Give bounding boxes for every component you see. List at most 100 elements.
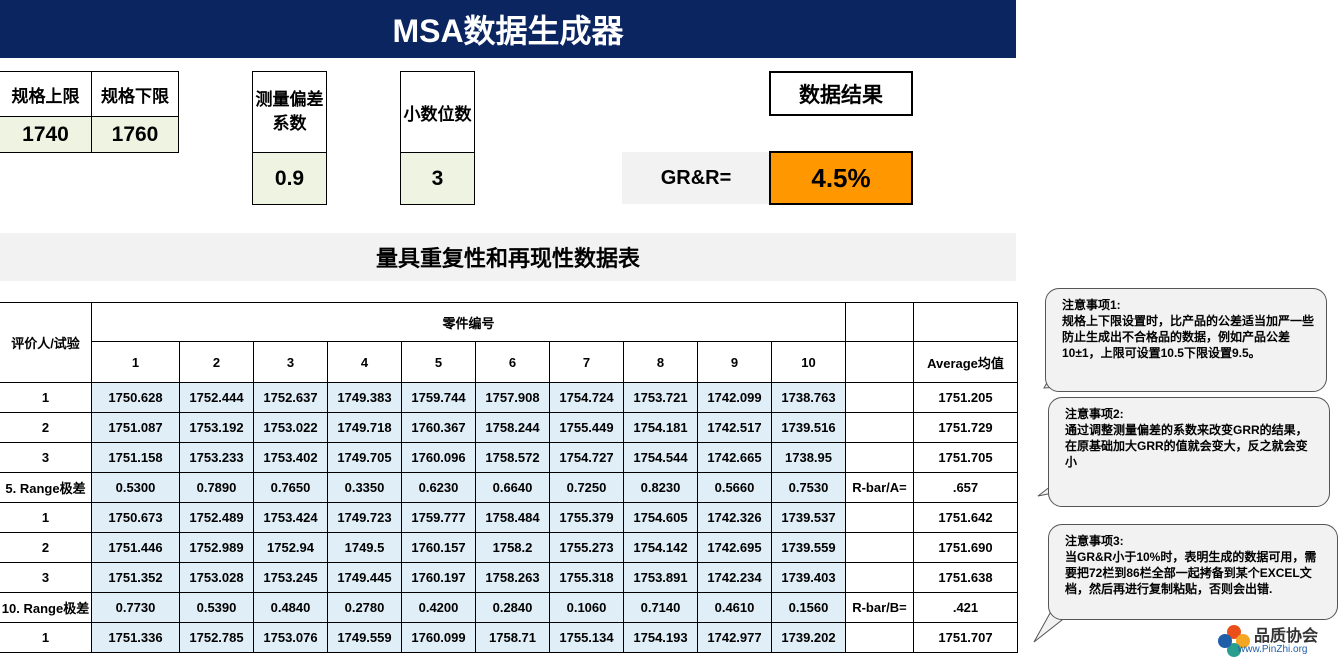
data-cell[interactable]: 0.1060	[549, 592, 624, 623]
data-cell[interactable]: 1742.326	[697, 502, 772, 533]
data-cell[interactable]: 1754.544	[623, 442, 698, 473]
data-cell[interactable]: 1750.628	[91, 382, 180, 413]
data-cell[interactable]: 1751.352	[91, 562, 180, 593]
average-cell: 1751.205	[913, 382, 1018, 413]
part-number-header: 10	[771, 341, 846, 383]
data-cell[interactable]: 1753.402	[253, 442, 328, 473]
data-cell[interactable]: 1754.142	[623, 532, 698, 563]
data-cell[interactable]: 1738.95	[771, 442, 846, 473]
data-cell[interactable]: 1755.379	[549, 502, 624, 533]
lower-limit-input[interactable]: 1760	[91, 116, 179, 153]
data-cell[interactable]: 1760.197	[401, 562, 476, 593]
data-cell[interactable]: 1753.245	[253, 562, 328, 593]
data-cell[interactable]: 1752.444	[179, 382, 254, 413]
data-cell[interactable]: 0.4610	[697, 592, 772, 623]
data-cell[interactable]: 0.5300	[91, 472, 180, 503]
data-cell[interactable]: 0.7250	[549, 472, 624, 503]
data-cell[interactable]: 0.6230	[401, 472, 476, 503]
data-cell[interactable]: 1739.403	[771, 562, 846, 593]
data-cell[interactable]: 1758.572	[475, 442, 550, 473]
data-cell[interactable]: 1742.977	[697, 622, 772, 653]
data-cell[interactable]: 1754.193	[623, 622, 698, 653]
data-cell[interactable]: 1753.721	[623, 382, 698, 413]
data-cell[interactable]: 1749.705	[327, 442, 402, 473]
data-cell[interactable]: 1754.181	[623, 412, 698, 443]
data-cell[interactable]: 1759.777	[401, 502, 476, 533]
bias-coefficient-input[interactable]: 0.9	[252, 152, 327, 205]
data-cell[interactable]: 1758.484	[475, 502, 550, 533]
data-cell[interactable]: 0.2780	[327, 592, 402, 623]
data-cell[interactable]: 1755.449	[549, 412, 624, 443]
data-cell[interactable]: 1758.263	[475, 562, 550, 593]
data-cell[interactable]: 1752.489	[179, 502, 254, 533]
data-cell[interactable]: 0.7890	[179, 472, 254, 503]
data-cell[interactable]: 0.1560	[771, 592, 846, 623]
data-cell[interactable]: 1753.192	[179, 412, 254, 443]
data-cell[interactable]: 1739.559	[771, 532, 846, 563]
data-cell[interactable]: 1749.723	[327, 502, 402, 533]
data-cell[interactable]: 0.7140	[623, 592, 698, 623]
data-cell[interactable]: 1758.2	[475, 532, 550, 563]
data-cell[interactable]: 1751.446	[91, 532, 180, 563]
data-cell[interactable]: 1758.71	[475, 622, 550, 653]
data-cell[interactable]: 1738.763	[771, 382, 846, 413]
data-cell[interactable]: 1755.318	[549, 562, 624, 593]
data-cell[interactable]: 1753.022	[253, 412, 328, 443]
data-cell[interactable]: 0.2840	[475, 592, 550, 623]
data-cell[interactable]: 1742.099	[697, 382, 772, 413]
data-cell[interactable]: 1742.695	[697, 532, 772, 563]
data-cell[interactable]: 0.3350	[327, 472, 402, 503]
data-cell[interactable]: 1754.727	[549, 442, 624, 473]
data-cell[interactable]: 1755.134	[549, 622, 624, 653]
data-cell[interactable]: 1753.891	[623, 562, 698, 593]
data-cell[interactable]: 1760.099	[401, 622, 476, 653]
data-cell[interactable]: 1749.718	[327, 412, 402, 443]
data-cell[interactable]: 1749.445	[327, 562, 402, 593]
part-number-header: 8	[623, 341, 698, 383]
data-cell[interactable]: 0.6640	[475, 472, 550, 503]
data-cell[interactable]: 1739.537	[771, 502, 846, 533]
table-row: 10. Range极差 0.7730 0.5390 0.4840 0.2780 0.420…	[0, 592, 1018, 623]
data-cell[interactable]: 1754.605	[623, 502, 698, 533]
data-cell[interactable]: 1742.234	[697, 562, 772, 593]
data-cell[interactable]: 1752.785	[179, 622, 254, 653]
data-cell[interactable]: 0.5660	[697, 472, 772, 503]
decimal-places-input[interactable]: 3	[400, 152, 475, 205]
data-cell[interactable]: 1749.383	[327, 382, 402, 413]
data-cell[interactable]: 1751.336	[91, 622, 180, 653]
upper-limit-input[interactable]: 1740	[0, 116, 92, 153]
data-cell[interactable]: 1755.273	[549, 532, 624, 563]
data-cell[interactable]: 1752.94	[253, 532, 328, 563]
data-cell[interactable]: 0.4840	[253, 592, 328, 623]
data-cell[interactable]: 1749.5	[327, 532, 402, 563]
data-cell[interactable]: 1760.096	[401, 442, 476, 473]
data-cell[interactable]: 0.7530	[771, 472, 846, 503]
data-cell[interactable]: 1752.989	[179, 532, 254, 563]
data-cell[interactable]: 1753.028	[179, 562, 254, 593]
logo-url: www.PinZhi.org	[1238, 644, 1308, 655]
data-cell[interactable]: 1753.233	[179, 442, 254, 473]
data-cell[interactable]: 1752.637	[253, 382, 328, 413]
row-label: 10. Range极差	[0, 592, 92, 623]
data-cell[interactable]: 1742.517	[697, 412, 772, 443]
data-cell[interactable]: 1751.087	[91, 412, 180, 443]
data-cell[interactable]: 1760.157	[401, 532, 476, 563]
data-cell[interactable]: 1749.559	[327, 622, 402, 653]
data-cell[interactable]: 1753.076	[253, 622, 328, 653]
data-cell[interactable]: 1750.673	[91, 502, 180, 533]
data-cell[interactable]: 1754.724	[549, 382, 624, 413]
data-cell[interactable]: 1751.158	[91, 442, 180, 473]
data-cell[interactable]: 0.8230	[623, 472, 698, 503]
data-cell[interactable]: 1742.665	[697, 442, 772, 473]
data-cell[interactable]: 0.7730	[91, 592, 180, 623]
data-cell[interactable]: 1753.424	[253, 502, 328, 533]
data-cell[interactable]: 1757.908	[475, 382, 550, 413]
data-cell[interactable]: 0.7650	[253, 472, 328, 503]
data-cell[interactable]: 1759.744	[401, 382, 476, 413]
data-cell[interactable]: 0.5390	[179, 592, 254, 623]
data-cell[interactable]: 1739.202	[771, 622, 846, 653]
data-cell[interactable]: 1760.367	[401, 412, 476, 443]
data-cell[interactable]: 0.4200	[401, 592, 476, 623]
data-cell[interactable]: 1758.244	[475, 412, 550, 443]
data-cell[interactable]: 1739.516	[771, 412, 846, 443]
